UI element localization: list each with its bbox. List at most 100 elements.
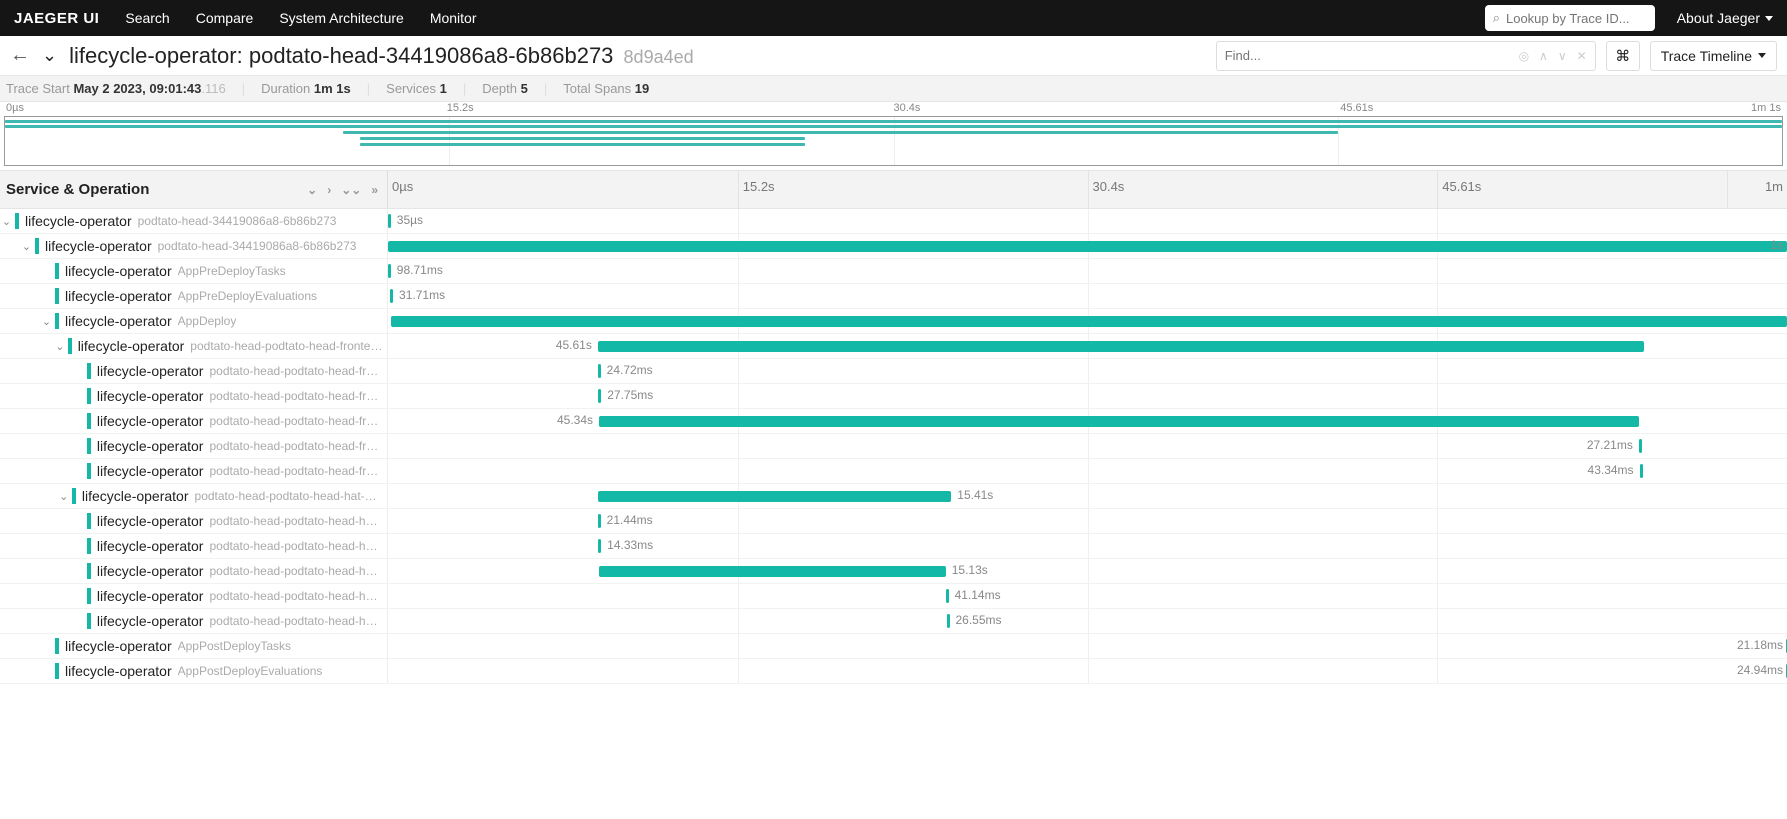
- expand-one-icon[interactable]: ›: [324, 181, 334, 199]
- search-icon: ⌕: [1493, 10, 1500, 26]
- up-icon[interactable]: ∧: [1539, 49, 1548, 63]
- operation-name: AppPreDeployTasks: [178, 264, 286, 278]
- service-name: lifecycle-operator: [78, 338, 185, 354]
- service-color-bar: [87, 438, 91, 454]
- operation-name: podtato-head-podtato-head-hat/W...: [209, 539, 383, 553]
- span-row[interactable]: lifecycle-operatorpodtato-head-podtato-h…: [0, 359, 1787, 384]
- operation-name: AppPreDeployEvaluations: [178, 289, 317, 303]
- span-row[interactable]: lifecycle-operatorAppPreDeployEvaluation…: [0, 284, 1787, 309]
- span-duration-label: 14.33ms: [607, 538, 653, 552]
- nav-monitor[interactable]: Monitor: [430, 10, 477, 26]
- span-duration-label: 21.44ms: [607, 513, 653, 527]
- service-color-bar: [55, 288, 59, 304]
- operation-name: podtato-head-podtato-head-fronte...: [209, 464, 383, 478]
- span-row[interactable]: lifecycle-operatorpodtato-head-podtato-h…: [0, 434, 1787, 459]
- span-duration-label: 24.94ms: [1737, 663, 1783, 677]
- span-row[interactable]: lifecycle-operatorpodtato-head-podtato-h…: [0, 609, 1787, 634]
- span-bar[interactable]: [598, 389, 601, 403]
- expand-icon[interactable]: ⌄: [20, 240, 33, 253]
- span-row[interactable]: lifecycle-operatorpodtato-head-podtato-h…: [0, 534, 1787, 559]
- column-header: Service & Operation ⌄ › ⌄⌄ » 0µs15.2s30.…: [0, 171, 1787, 209]
- down-icon[interactable]: ∨: [1558, 49, 1567, 63]
- brand[interactable]: JAEGER UI: [14, 10, 99, 27]
- span-row[interactable]: lifecycle-operatorpodtato-head-podtato-h…: [0, 409, 1787, 434]
- trace-header: ← ⌄ lifecycle-operator: podtato-head-344…: [0, 36, 1787, 76]
- span-row[interactable]: lifecycle-operatorpodtato-head-podtato-h…: [0, 384, 1787, 409]
- collapse-chevron-icon[interactable]: ⌄: [42, 45, 57, 66]
- service-color-bar: [72, 488, 76, 504]
- service-color-bar: [55, 638, 59, 654]
- service-name: lifecycle-operator: [97, 513, 204, 529]
- collapse-one-icon[interactable]: ⌄: [304, 181, 320, 199]
- span-row[interactable]: lifecycle-operatorAppPostDeployTasks21.1…: [0, 634, 1787, 659]
- expand-icon[interactable]: ⌄: [54, 340, 66, 353]
- lookup-trace[interactable]: ⌕: [1485, 5, 1655, 31]
- timeline-tick: 30.4s: [1088, 171, 1125, 208]
- span-row[interactable]: ⌄lifecycle-operatorpodtato-head-34419086…: [0, 234, 1787, 259]
- minimap-tick: 1m 1s: [1751, 102, 1781, 114]
- span-row[interactable]: lifecycle-operatorAppPostDeployEvaluatio…: [0, 659, 1787, 684]
- service-color-bar: [55, 663, 59, 679]
- span-bar[interactable]: [388, 241, 1787, 252]
- span-bar[interactable]: [598, 364, 601, 378]
- expand-icon[interactable]: ⌄: [57, 490, 69, 503]
- span-row[interactable]: ⌄lifecycle-operatorpodtato-head-34419086…: [0, 209, 1787, 234]
- expand-icon[interactable]: ⌄: [40, 315, 53, 328]
- span-bar[interactable]: [598, 341, 1644, 352]
- service-color-bar: [87, 363, 91, 379]
- span-duration-label: 21.18ms: [1737, 638, 1783, 652]
- span-bar[interactable]: [946, 589, 949, 603]
- service-name: lifecycle-operator: [97, 438, 204, 454]
- span-row[interactable]: lifecycle-operator podtato-head-podtato-h…: [0, 459, 1787, 484]
- minimap[interactable]: 0µs15.2s30.4s45.61s1m 1s: [0, 102, 1787, 171]
- span-row[interactable]: ⌄lifecycle-operatorpodtato-head-podtato-…: [0, 334, 1787, 359]
- find-box[interactable]: ◎ ∧ ∨ ✕: [1216, 41, 1596, 71]
- span-duration-label: 31.71ms: [399, 288, 445, 302]
- about-menu[interactable]: About Jaeger: [1677, 10, 1773, 26]
- collapse-all-icon[interactable]: ⌄⌄: [338, 181, 364, 199]
- minimap-bar: [5, 120, 1782, 123]
- span-row[interactable]: lifecycle-operator podtato-head-podtato-h…: [0, 509, 1787, 534]
- span-row[interactable]: ⌄lifecycle-operatorpodtato-head-podtato-…: [0, 484, 1787, 509]
- span-row[interactable]: ⌄lifecycle-operatorAppDeploy: [0, 309, 1787, 334]
- service-color-bar: [87, 563, 91, 579]
- span-bar[interactable]: [1640, 464, 1643, 478]
- lookup-input[interactable]: [1506, 11, 1647, 26]
- view-selector[interactable]: Trace Timeline: [1650, 41, 1777, 71]
- span-bar[interactable]: [598, 514, 601, 528]
- service-name: lifecycle-operator: [25, 213, 132, 229]
- minimap-tick: 0µs: [6, 102, 24, 114]
- find-input[interactable]: [1225, 48, 1519, 63]
- keyboard-shortcuts-button[interactable]: ⌘: [1606, 41, 1640, 71]
- span-row[interactable]: lifecycle-operatorpodtato-head-podtato-h…: [0, 559, 1787, 584]
- nav-compare[interactable]: Compare: [196, 10, 254, 26]
- find-icons: ◎ ∧ ∨ ✕: [1519, 49, 1587, 63]
- nav-search[interactable]: Search: [125, 10, 169, 26]
- span-bar[interactable]: [598, 491, 951, 502]
- span-row[interactable]: lifecycle-operatorpodtato-head-podtato-h…: [0, 584, 1787, 609]
- span-duration-label: 45.34s: [557, 413, 593, 427]
- span-bar[interactable]: [599, 416, 1639, 427]
- span-bar[interactable]: [598, 539, 601, 553]
- span-row[interactable]: lifecycle-operatorAppPreDeployTasks98.71…: [0, 259, 1787, 284]
- span-bar[interactable]: [391, 316, 1787, 327]
- span-bar[interactable]: [947, 614, 950, 628]
- back-arrow-icon[interactable]: ←: [10, 44, 30, 67]
- nav-sysarch[interactable]: System Architecture: [279, 10, 404, 26]
- clear-icon[interactable]: ✕: [1577, 49, 1587, 63]
- expand-icon[interactable]: ⌄: [0, 215, 13, 228]
- target-icon[interactable]: ◎: [1519, 49, 1529, 63]
- span-bar[interactable]: [390, 289, 393, 303]
- timeline-tick: 1m: [1727, 171, 1787, 208]
- service-color-bar: [87, 513, 91, 529]
- span-bar[interactable]: [388, 264, 391, 278]
- span-duration-label: 45.61s: [556, 338, 592, 352]
- span-bar[interactable]: [599, 566, 946, 577]
- operation-name: podtato-head-podtato-head-hat/W...: [209, 514, 383, 528]
- service-name: lifecycle-operator: [97, 463, 204, 479]
- span-duration-label: 35µs: [397, 213, 423, 227]
- expand-all-icon[interactable]: »: [368, 181, 381, 199]
- span-bar[interactable]: [1639, 439, 1642, 453]
- service-name: lifecycle-operator: [97, 363, 204, 379]
- span-bar[interactable]: [388, 214, 391, 228]
